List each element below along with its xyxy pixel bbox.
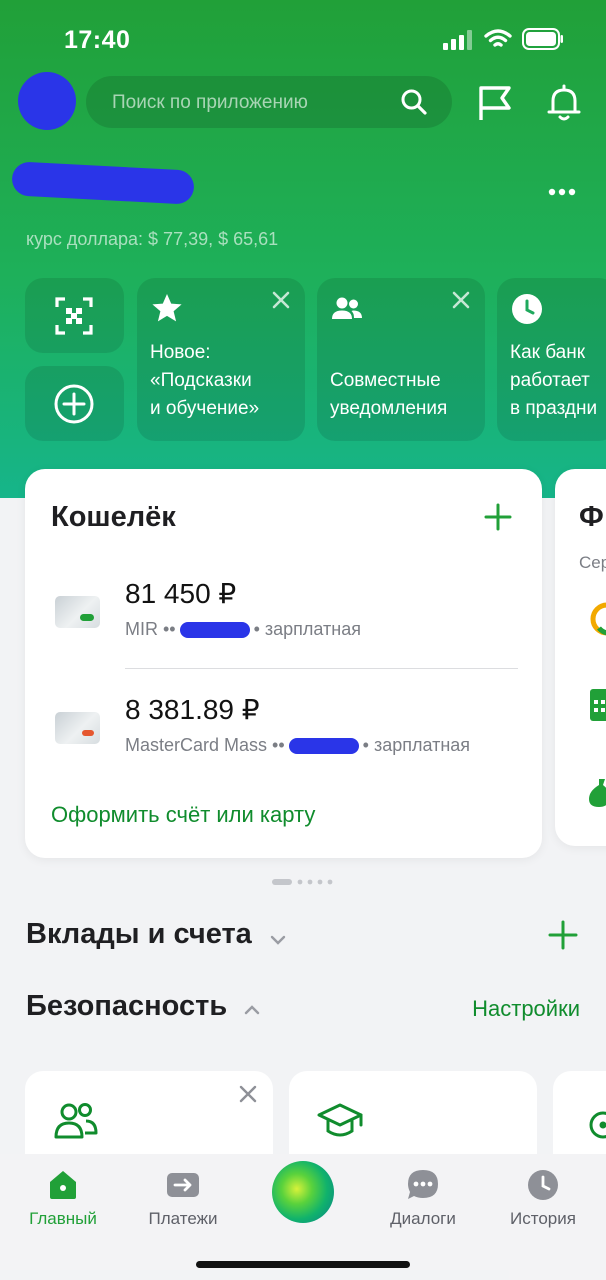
security-title: Безопасность [26, 990, 228, 1022]
status-bar: 17:40 [0, 0, 606, 78]
open-account-link[interactable]: Оформить счёт или карту [51, 802, 315, 828]
tab-label: Диалоги [390, 1209, 456, 1228]
add-deposit-icon[interactable] [548, 920, 578, 950]
card-row-mastercard[interactable]: 8 381.89 ₽ MasterCard Mass •• • зарплатна… [25, 683, 542, 763]
chevron-up-icon [244, 1005, 260, 1015]
tab-history[interactable]: История [488, 1168, 598, 1229]
flag-icon[interactable] [476, 84, 514, 122]
card-chip [82, 730, 94, 736]
star-icon [152, 294, 182, 322]
card-balance: 81 450 ₽ [125, 578, 237, 609]
exchange-rate: курс доллара: $ 77,39, $ 65,61 [26, 229, 279, 249]
close-icon[interactable] [451, 290, 471, 310]
people-icon [54, 1103, 98, 1139]
card-balance: 8 381.89 ₽ [125, 694, 260, 725]
card-thumbnail [55, 596, 100, 628]
avatar[interactable] [18, 72, 76, 130]
add-icon[interactable] [484, 503, 512, 531]
history-icon [528, 1170, 558, 1200]
masked-card-number [288, 738, 359, 755]
clock-icon [512, 294, 542, 324]
finance-title: Ф [579, 501, 604, 533]
tab-label: История [510, 1209, 576, 1228]
story-notifications[interactable]: Совместные уведомления [317, 278, 485, 441]
deposits-section[interactable]: Вклады и счета [26, 918, 286, 951]
people-icon [332, 297, 362, 319]
search-placeholder: Поиск по приложению [112, 92, 308, 113]
story-label: Совместные уведомления [330, 370, 448, 419]
story-tips[interactable]: Новое: «Подсказки и обучение» [137, 278, 305, 441]
card-type: • зарплатная [362, 735, 471, 755]
more-icon[interactable] [548, 188, 576, 196]
payments-icon [167, 1173, 199, 1197]
card-system: MIR •• [125, 619, 176, 639]
donut-chart-icon [590, 602, 606, 636]
chat-icon [408, 1170, 438, 1199]
bell-icon[interactable] [546, 84, 582, 122]
calculator-icon [590, 689, 606, 721]
finance-card[interactable]: Ф Сер [555, 469, 606, 846]
plus-circle-icon [54, 384, 94, 424]
security-section[interactable]: Безопасность [26, 990, 260, 1023]
card-chip [80, 614, 94, 621]
finance-subtitle: Сер [579, 553, 606, 572]
story-label: Как банк работает в праздни [510, 342, 598, 419]
search-icon [401, 89, 427, 115]
card-details: MIR •• • зарплатная [125, 619, 361, 640]
card-row-mir[interactable]: 81 450 ₽ MIR •• • зарплатная [25, 567, 542, 647]
page-indicator [272, 879, 333, 885]
status-time: 17:40 [64, 26, 131, 54]
signal-icon [443, 30, 472, 50]
tab-label: Платежи [148, 1209, 218, 1228]
masked-card-number [179, 622, 250, 639]
home-icon [50, 1171, 76, 1199]
money-bag-icon [589, 779, 606, 807]
home-indicator [196, 1261, 410, 1268]
qr-scan-button[interactable] [25, 278, 124, 353]
assistant-button[interactable] [272, 1161, 334, 1223]
close-icon[interactable] [239, 1085, 257, 1103]
add-button[interactable] [25, 366, 124, 441]
wallet-card: Кошелёк 81 450 ₽ MIR •• • зарплатная 8 38… [25, 469, 542, 858]
settings-link[interactable]: Настройки [472, 996, 580, 1022]
tab-payments[interactable]: Платежи [128, 1168, 238, 1229]
chevron-down-icon [270, 935, 286, 945]
card-thumbnail [55, 712, 100, 744]
story-label: Новое: «Подсказки и обучение» [150, 342, 260, 419]
card-type: • зарплатная [253, 619, 361, 639]
story-holidays[interactable]: Как банк работает в праздни [497, 278, 606, 441]
qr-icon [55, 297, 93, 335]
battery-icon [522, 28, 563, 50]
shield-icon [589, 1111, 606, 1139]
tab-dialogs[interactable]: Диалоги [368, 1168, 478, 1229]
search-input[interactable]: Поиск по приложению [86, 76, 452, 128]
close-icon[interactable] [271, 290, 291, 310]
tab-label: Главный [29, 1209, 97, 1228]
deposits-title: Вклады и счета [26, 918, 252, 950]
card-system: MasterCard Mass •• [125, 735, 285, 755]
card-details: MasterCard Mass •• • зарплатная [125, 735, 470, 756]
divider [125, 668, 518, 669]
wallet-title: Кошелёк [51, 501, 176, 533]
graduation-cap-icon [317, 1103, 363, 1137]
wifi-icon [484, 29, 512, 47]
tab-home[interactable]: Главный [8, 1168, 118, 1229]
